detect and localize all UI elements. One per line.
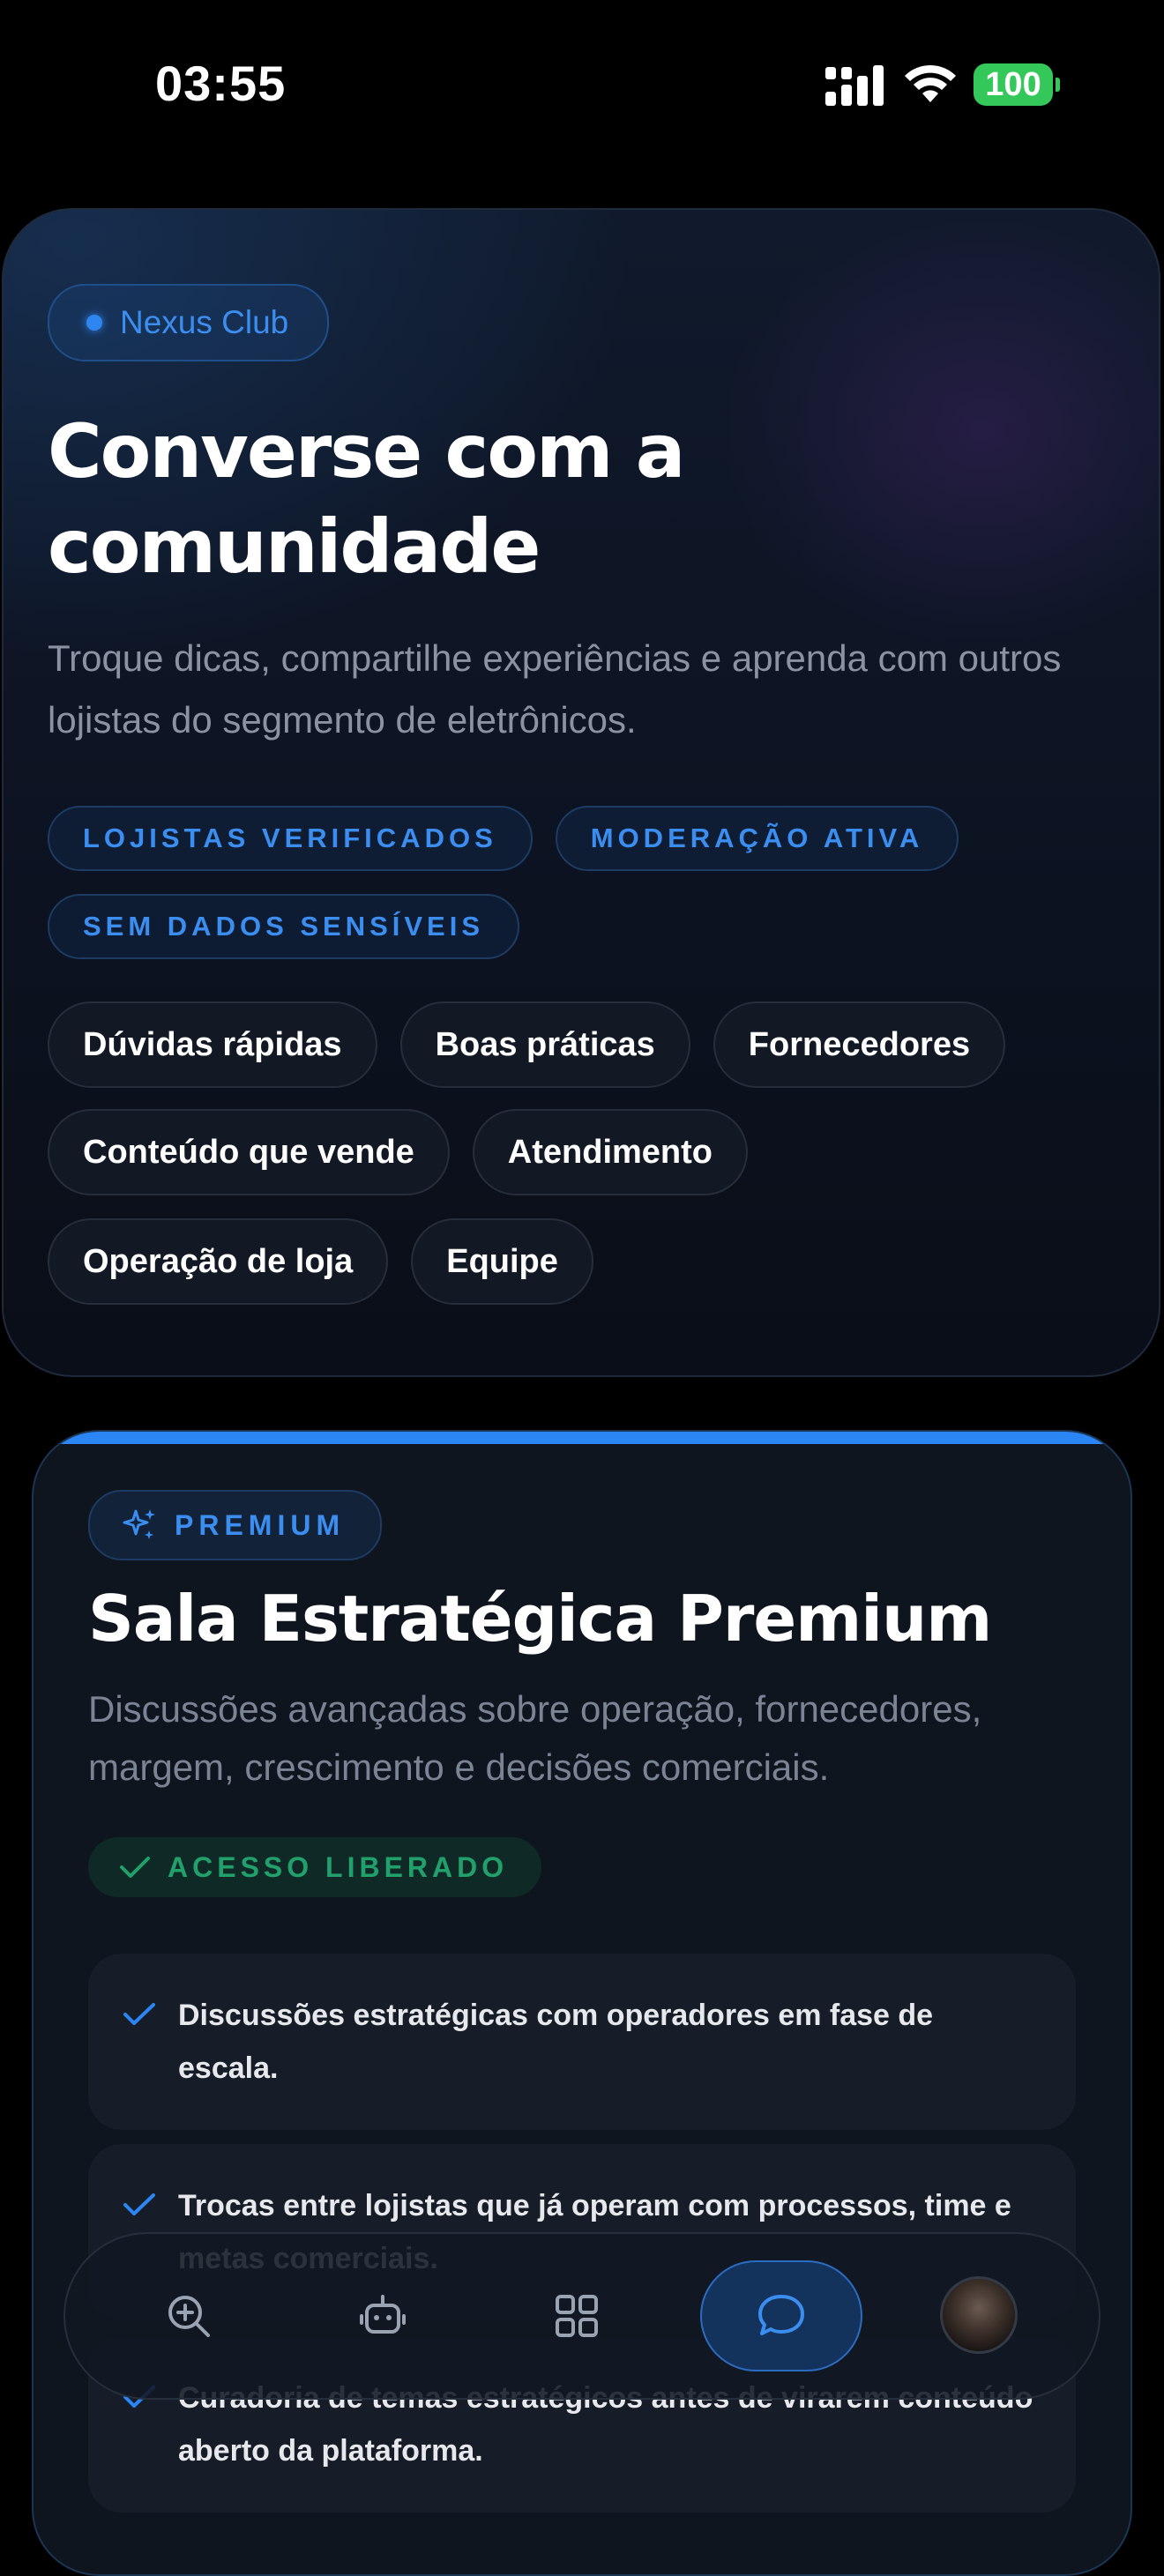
premium-accent-bar: [34, 1432, 1130, 1444]
status-time: 03:55: [155, 56, 287, 111]
premium-badge-label: PREMIUM: [175, 1508, 346, 1541]
nav-assistant-button[interactable]: [321, 2234, 444, 2398]
premium-title: Sala Estratégica Premium: [88, 1582, 992, 1656]
nav-community-button[interactable]: [700, 2260, 862, 2371]
trust-tags-row-2: SEM DADOS SENSÍVEIS: [48, 894, 520, 959]
topic-chip-equipe[interactable]: Equipe: [411, 1218, 593, 1305]
community-hero-card: Nexus Club Converse com a comunidade Tro…: [2, 208, 1160, 1377]
bottom-navigation: [63, 2232, 1101, 2400]
tag-sem-dados-sensiveis: SEM DADOS SENSÍVEIS: [48, 894, 520, 959]
feature-text: Discussões estratégicas com operadores e…: [178, 1999, 934, 2085]
hero-title: Converse com a comunidade: [48, 408, 685, 590]
topic-chip-boas-praticas[interactable]: Boas práticas: [399, 1001, 690, 1088]
status-dot-icon: [86, 315, 102, 331]
club-badge-label: Nexus Club: [120, 304, 289, 340]
tag-lojistas-verificados: LOJISTAS VERIFICADOS: [48, 806, 533, 871]
premium-badge: PREMIUM: [88, 1490, 383, 1560]
nav-explore-button[interactable]: [127, 2234, 250, 2398]
battery-indicator: 100: [974, 63, 1060, 106]
robot-icon: [360, 2295, 406, 2334]
access-status-label: ACESSO LIBERADO: [168, 1850, 509, 1883]
trust-tags-row-1: LOJISTAS VERIFICADOS MODERAÇÃO ATIVA: [48, 806, 959, 871]
sparkles-icon: [123, 1509, 155, 1539]
topic-chip-operacao-de-loja[interactable]: Operação de loja: [48, 1218, 389, 1305]
feature-item: Discussões estratégicas com operadores e…: [88, 1954, 1076, 2130]
cellular-signal-icon: [825, 65, 884, 106]
hero-subtitle: Troque dicas, compartilhe experiências e…: [48, 637, 1062, 741]
status-bar: 03:55 100: [0, 0, 1164, 176]
grid-icon: [556, 2295, 598, 2337]
checkmark-icon: [123, 2003, 155, 2025]
nexus-club-badge: Nexus Club: [48, 284, 330, 361]
chat-icon: [758, 2295, 804, 2335]
topic-chips-row-2: Conteúdo que vende Atendimento: [48, 1109, 749, 1195]
search-plus-icon: [168, 2296, 210, 2337]
topic-chip-atendimento[interactable]: Atendimento: [472, 1109, 749, 1195]
profile-avatar[interactable]: [940, 2276, 1018, 2354]
checkmark-icon: [120, 1857, 150, 1878]
premium-subtitle: Discussões avançadas sobre operação, for…: [88, 1688, 982, 1788]
nav-apps-button[interactable]: [515, 2234, 638, 2398]
wifi-icon: [905, 64, 956, 102]
topic-chip-fornecedores[interactable]: Fornecedores: [713, 1001, 1006, 1088]
tag-moderacao-ativa: MODERAÇÃO ATIVA: [555, 806, 959, 871]
checkmark-icon: [123, 2193, 155, 2215]
topic-chips-row-3: Operação de loja Equipe: [48, 1218, 593, 1305]
topic-chips-row-1: Dúvidas rápidas Boas práticas Fornecedor…: [48, 1001, 1006, 1088]
topic-chip-duvidas-rapidas[interactable]: Dúvidas rápidas: [48, 1001, 377, 1088]
premium-room-card[interactable]: PREMIUM Sala Estratégica Premium Discuss…: [32, 1430, 1132, 2576]
topic-chip-conteudo-que-vende[interactable]: Conteúdo que vende: [48, 1109, 450, 1195]
access-status-badge: ACESSO LIBERADO: [88, 1837, 542, 1897]
